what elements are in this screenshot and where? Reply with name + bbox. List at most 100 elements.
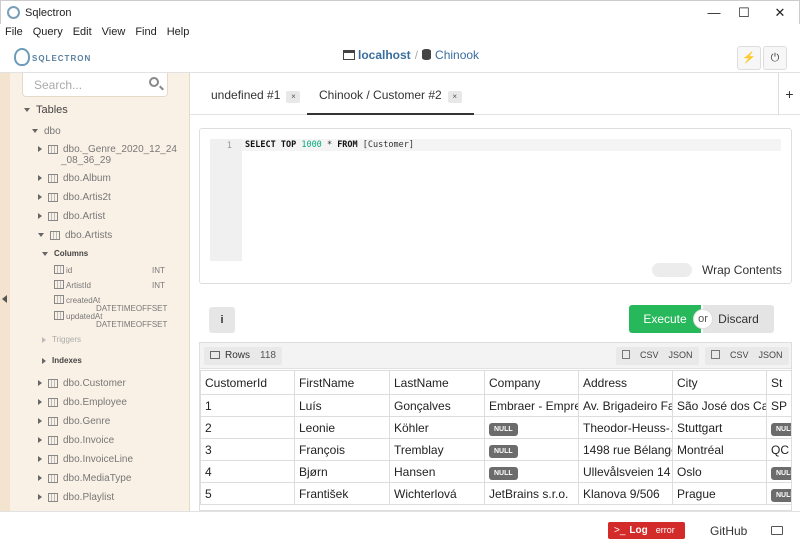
sidebar-table-artis2t[interactable]: dbo.Artis2t [38,192,111,203]
sidebar-table-album[interactable]: dbo.Album [38,173,111,184]
save-csv-button[interactable]: CSV [730,350,749,360]
table-cell[interactable]: NULL [766,482,791,505]
wrap-contents-toggle[interactable] [652,263,692,277]
menu-query[interactable]: Query [28,24,68,40]
table-cell[interactable]: NULL [484,438,579,461]
tables-group[interactable]: Tables [24,104,68,116]
sidebar-table-artist[interactable]: dbo.Artist [38,211,105,222]
table-row[interactable]: 1LuísGonçalvesEmbraer - Empre…Av. Brigad… [200,394,791,417]
copy-json-button[interactable]: JSON [669,350,693,360]
sql-editor[interactable]: 1 SELECT TOP 1000 * FROM [Customer] Wrap… [199,128,792,284]
table-cell[interactable]: 5 [200,482,295,505]
sidebar-table-genre-backup[interactable]: dbo._Genre_2020_12_24 [38,144,177,155]
sidebar-table-customer[interactable]: dbo.Customer [38,378,126,389]
maximize-button[interactable]: ☐ [727,1,761,25]
table-cell[interactable]: 3 [200,438,295,461]
close-window-button[interactable]: ✕ [763,1,797,25]
table-cell[interactable]: Bjørn [294,460,390,483]
table-cell[interactable]: QC [766,438,791,461]
table-row[interactable]: 2 Leonie Köhler NULL Theodor-Heuss-… Stuttgar… [200,416,791,439]
minimize-button[interactable]: — [697,1,731,25]
column-header[interactable]: CustomerId [200,370,295,395]
triggers-group[interactable]: Triggers [42,335,81,344]
column-header[interactable]: St [766,370,791,395]
menu-help[interactable]: Help [162,24,195,40]
power-button[interactable]: ⏻ [763,46,787,70]
sidebar-table-playlist[interactable]: dbo.Playlist [38,492,114,503]
table-row[interactable]: 3 François Tremblay NULL 1498 rue Bélanger Mo… [200,438,791,461]
column-header[interactable]: Company [484,370,579,395]
table-cell[interactable]: Theodor-Heuss-… [578,416,673,439]
schema-dbo[interactable]: dbo [32,126,61,137]
copy-csv-button[interactable]: CSV [640,350,659,360]
execute-button[interactable]: Execute [629,305,701,333]
table-cell[interactable]: František [294,482,390,505]
menu-view[interactable]: View [97,24,131,40]
table-cell[interactable]: Montréal [672,438,767,461]
sidebar-table-invoiceline[interactable]: dbo.InvoiceLine [38,454,133,465]
sidebar-table-mediatype[interactable]: dbo.MediaType [38,473,131,484]
tab-chinook-customer-2[interactable]: Chinook / Customer #2 × [307,73,474,115]
code-line[interactable]: SELECT TOP 1000 * FROM [Customer] [242,139,781,151]
table-cell[interactable]: NULL [484,460,579,483]
table-cell[interactable]: 1498 rue Bélanger [578,438,673,461]
table-cell[interactable]: François [294,438,390,461]
table-cell[interactable]: 1 [200,394,295,417]
table-cell[interactable]: JetBrains s.r.o. [484,482,579,505]
table-cell[interactable]: NULL [766,460,791,483]
column-header[interactable]: LastName [389,370,485,395]
log-button[interactable]: >_ Log error [608,522,685,539]
table-cell[interactable]: Ullevålsveien 14 [578,460,673,483]
table-cell[interactable]: Embraer - Empre… [484,394,579,417]
add-tab-button[interactable]: + [778,73,800,115]
table-cell[interactable]: São José dos Ca… [672,394,767,417]
github-link[interactable]: GitHub [710,524,747,538]
table-cell[interactable]: SP [766,394,791,417]
table-cell[interactable]: Leonie [294,416,390,439]
table-cell[interactable]: Köhler [389,416,485,439]
columns-group[interactable]: Columns [42,249,88,258]
close-tab-icon[interactable]: × [447,91,462,103]
menu-edit[interactable]: Edit [68,24,97,40]
keyboard-icon[interactable] [771,526,783,535]
column-header[interactable]: Address [578,370,673,395]
search-input[interactable]: Search... [34,78,82,92]
search-box[interactable]: Search... [22,73,168,97]
table-row[interactable]: 4BjørnHansen NULL Ullevålsveien 14Oslo NULL [200,460,791,483]
menu-file[interactable]: File [0,24,28,40]
sidebar-table-invoice[interactable]: dbo.Invoice [38,435,114,446]
column-name[interactable]: id [66,266,72,275]
table-cell[interactable]: NULL [484,416,579,439]
menu-find[interactable]: Find [130,24,161,40]
sidebar-collapse-handle[interactable] [0,73,10,511]
discard-button[interactable]: Discard [703,305,774,333]
save-json-button[interactable]: JSON [759,350,783,360]
table-cell[interactable]: Tremblay [389,438,485,461]
sidebar-table-employee[interactable]: dbo.Employee [38,397,127,408]
indexes-group[interactable]: Indexes [42,356,82,365]
column-header[interactable]: City [672,370,767,395]
tab-undefined-1[interactable]: undefined #1 × [211,73,301,115]
database-name[interactable]: Chinook [435,48,479,62]
column-name[interactable]: ArtistId [66,281,91,290]
disconnect-button[interactable]: ⚡ [737,46,761,70]
sidebar-table-artists[interactable]: dbo.Artists [38,230,112,241]
table-cell[interactable]: Oslo [672,460,767,483]
table-cell[interactable]: Gonçalves [389,394,485,417]
table-cell[interactable]: Prague [672,482,767,505]
table-cell[interactable]: Luís [294,394,390,417]
table-cell[interactable]: Klanova 9/506 [578,482,673,505]
table-cell[interactable]: NULL [766,416,791,439]
table-cell[interactable]: Av. Brigadeiro Fa… [578,394,673,417]
table-cell[interactable]: Wichterlová [389,482,485,505]
table-row[interactable]: 5 František Wichterlová JetBrains s.r.o. Kla… [200,482,791,505]
table-cell[interactable]: Hansen [389,460,485,483]
info-button[interactable]: i [209,307,235,333]
table-cell[interactable]: Stuttgart [672,416,767,439]
server-name[interactable]: localhost [358,48,411,62]
column-header[interactable]: FirstName [294,370,390,395]
table-cell[interactable]: 4 [200,460,295,483]
sidebar-table-genre[interactable]: dbo.Genre [38,416,110,427]
table-cell[interactable]: 2 [200,416,295,439]
close-tab-icon[interactable]: × [286,91,301,103]
